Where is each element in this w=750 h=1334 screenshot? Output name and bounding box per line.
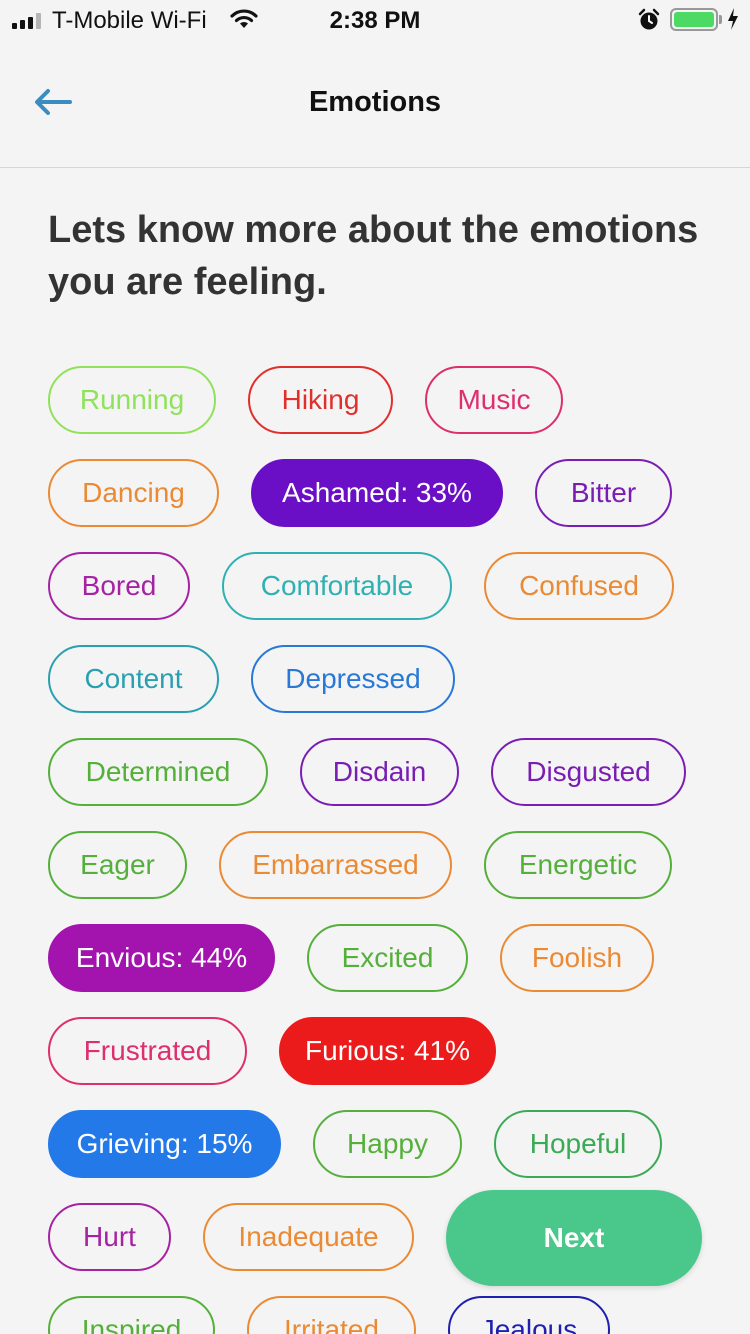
emotion-chip-eager[interactable]: Eager	[48, 831, 187, 899]
emotion-chip-inadequate[interactable]: Inadequate	[203, 1203, 414, 1271]
emotion-chip-hiking[interactable]: Hiking	[248, 366, 393, 434]
emotion-chip-happy[interactable]: Happy	[313, 1110, 462, 1178]
battery-cap	[719, 15, 722, 24]
emotion-chip-frustrated[interactable]: Frustrated	[48, 1017, 247, 1085]
navigation-bar: Emotions	[0, 40, 750, 168]
alarm-clock-icon	[638, 8, 660, 39]
emotion-chip-music[interactable]: Music	[425, 366, 563, 434]
emotion-chip-depressed[interactable]: Depressed	[251, 645, 455, 713]
emotion-chip-embarrassed[interactable]: Embarrassed	[219, 831, 452, 899]
emotion-chip-foolish[interactable]: Foolish	[500, 924, 654, 992]
status-bar: T-Mobile Wi-Fi 2:38 PM	[0, 0, 750, 40]
emotion-chip-disdain[interactable]: Disdain	[300, 738, 459, 806]
next-button[interactable]: Next	[446, 1190, 702, 1286]
emotion-chip-grieving[interactable]: Grieving: 15%	[48, 1110, 281, 1178]
emotion-chip-dancing[interactable]: Dancing	[48, 459, 219, 527]
emotion-chip-hopeful[interactable]: Hopeful	[494, 1110, 662, 1178]
emotion-chip-inspired[interactable]: Inspired	[48, 1296, 215, 1334]
emotion-chip-hurt[interactable]: Hurt	[48, 1203, 171, 1271]
emotion-chip-comfortable[interactable]: Comfortable	[222, 552, 452, 620]
battery-icon	[670, 8, 718, 31]
emotion-chip-bitter[interactable]: Bitter	[535, 459, 672, 527]
emotion-chip-furious[interactable]: Furious: 41%	[279, 1017, 496, 1085]
emotion-chip-energetic[interactable]: Energetic	[484, 831, 672, 899]
emotion-chip-envious[interactable]: Envious: 44%	[48, 924, 275, 992]
emotion-chip-disgusted[interactable]: Disgusted	[491, 738, 686, 806]
emotion-chip-confused[interactable]: Confused	[484, 552, 674, 620]
emotion-chip-running[interactable]: Running	[48, 366, 216, 434]
emotion-chip-jealous[interactable]: Jealous	[448, 1296, 610, 1334]
battery-level-fill	[674, 12, 714, 27]
emotions-screen: T-Mobile Wi-Fi 2:38 PM Emotions Lets kno…	[0, 0, 750, 1334]
emotion-chip-ashamed[interactable]: Ashamed: 33%	[251, 459, 503, 527]
emotions-prompt: Lets know more about the emotions you ar…	[48, 209, 699, 303]
emotion-chip-determined[interactable]: Determined	[48, 738, 268, 806]
emotion-chip-irritated[interactable]: Irritated	[247, 1296, 416, 1334]
page-title: Emotions	[308, 86, 442, 118]
emotion-chip-content[interactable]: Content	[48, 645, 219, 713]
emotion-chip-bored[interactable]: Bored	[48, 552, 190, 620]
emotion-chip-excited[interactable]: Excited	[307, 924, 468, 992]
lightning-bolt-icon	[727, 7, 739, 38]
